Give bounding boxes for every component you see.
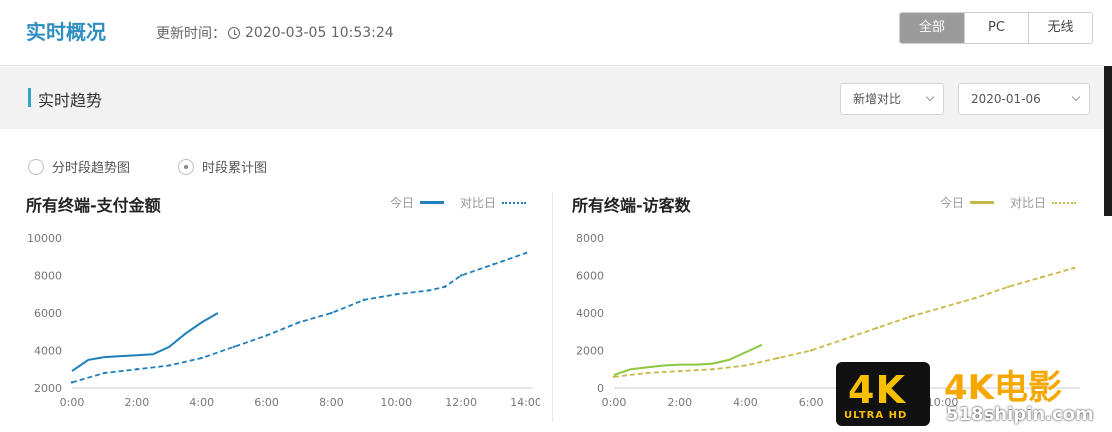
data-point [974, 296, 977, 300]
data-point [135, 368, 139, 371]
data-point [524, 251, 528, 255]
x-tick-label: 6:00 [254, 396, 279, 409]
section-bar: 实时趋势 新增对比 2020-01-06 [0, 67, 1104, 129]
y-tick-label: 8000 [34, 270, 62, 283]
data-point [427, 289, 430, 292]
y-tick-label: 4000 [34, 345, 62, 358]
x-tick-label: 4:00 [189, 396, 214, 409]
watermark-brand: 4K电影 [944, 368, 1063, 408]
y-tick-label: 2000 [576, 345, 604, 358]
x-tick-label: 8:00 [319, 396, 344, 409]
data-point [265, 334, 268, 337]
section-title: 实时趋势 [28, 87, 102, 111]
chevron-down-icon [1071, 92, 1081, 102]
x-tick-label: 14:00 [510, 396, 540, 409]
update-time-value: 2020-03-05 10:53:24 [245, 25, 394, 41]
x-tick-label: 10:00 [380, 396, 412, 409]
y-tick-label: 6000 [576, 270, 604, 283]
metric-select-value: 新增对比 [853, 92, 902, 106]
scrollbar[interactable] [1104, 66, 1112, 216]
header: 实时概况 更新时间： 2020-03-05 10:53:24 全部 PC 无线 [0, 0, 1104, 66]
watermark-logo-bottom: ULTRA HD [844, 410, 908, 421]
y-tick-label: 10000 [27, 232, 62, 245]
date-select[interactable]: 2020-01-06 [958, 83, 1090, 115]
segment-pc[interactable]: PC [964, 13, 1028, 43]
panel-divider [552, 192, 553, 422]
series-line-today [71, 312, 219, 372]
data-point [875, 326, 879, 330]
data-point [70, 381, 74, 384]
data-point [395, 293, 398, 296]
data-point [908, 315, 911, 318]
x-tick-label: 2:00 [125, 396, 150, 409]
payment-chart-panel: 所有终端-支付金额 今日 对比日 2000 4000 6000 8000 10000 0:… [20, 186, 540, 426]
radio-circle-checked [178, 158, 195, 175]
data-point [678, 369, 681, 373]
y-tick-label: 2000 [34, 382, 62, 395]
radio-label: 时段累计图 [202, 161, 268, 176]
data-point [443, 285, 447, 288]
data-point [103, 371, 106, 375]
data-point [1039, 276, 1043, 279]
data-point [200, 356, 203, 360]
data-point [744, 364, 747, 367]
clock-icon [228, 27, 240, 39]
radio-label: 分时段趋势图 [52, 161, 131, 176]
data-point [1072, 266, 1076, 270]
data-point [777, 356, 780, 360]
data-point [459, 274, 463, 277]
x-tick-label: 4:00 [733, 396, 758, 409]
data-point [941, 306, 944, 309]
data-point [232, 345, 236, 348]
watermark: 4K ULTRA HD 4K电影 518shipin.com [832, 356, 1112, 432]
radio-hourly-trend[interactable]: 分时段趋势图 [28, 157, 130, 176]
data-point [492, 263, 495, 266]
data-point [362, 298, 366, 302]
segment-wireless[interactable]: 无线 [1028, 13, 1092, 43]
x-tick-label: 2:00 [667, 396, 692, 409]
data-point [842, 338, 846, 341]
x-tick-label: 0:00 [602, 396, 627, 409]
payment-line-chart: 2000 4000 6000 8000 10000 0:00 2:00 4:00 6:00 8:0… [27, 232, 540, 409]
chevron-down-icon [925, 92, 935, 102]
data-point [711, 368, 714, 371]
chart-mode-radios: 分时段趋势图 时段累计图 [28, 157, 267, 176]
data-point [809, 349, 813, 352]
date-select-value: 2020-01-06 [971, 92, 1041, 106]
x-tick-label: 6:00 [799, 396, 824, 409]
data-point [612, 375, 616, 378]
y-tick-label: 0 [597, 382, 604, 395]
y-tick-label: 4000 [576, 307, 604, 320]
x-tick-label: 12:00 [445, 396, 477, 409]
segment-all[interactable]: 全部 [900, 13, 964, 43]
x-tick-label: 0:00 [60, 396, 85, 409]
series-line-compare [71, 252, 527, 384]
realtime-overview-page: 实时概况 更新时间： 2020-03-05 10:53:24 全部 PC 无线 … [0, 0, 1112, 432]
watermark-logo: 4K ULTRA HD [836, 362, 930, 426]
y-tick-label: 8000 [576, 232, 604, 245]
radio-circle [28, 158, 44, 175]
radio-cumulative[interactable]: 时段累计图 [178, 157, 267, 176]
page-title: 实时概况 [26, 20, 106, 44]
watermark-url: 518shipin.com [946, 404, 1094, 425]
y-tick-label: 6000 [34, 307, 62, 320]
metric-select[interactable]: 新增对比 [840, 83, 944, 115]
data-point [645, 371, 649, 375]
update-time: 更新时间： 2020-03-05 10:53:24 [156, 23, 394, 43]
terminal-segmented-control: 全部 PC 无线 [899, 12, 1093, 44]
update-time-label: 更新时间： [156, 26, 226, 42]
data-point [1007, 285, 1010, 288]
data-point [330, 311, 333, 315]
data-point [297, 321, 301, 324]
watermark-logo-top: 4K [848, 368, 906, 412]
data-point [168, 364, 171, 367]
